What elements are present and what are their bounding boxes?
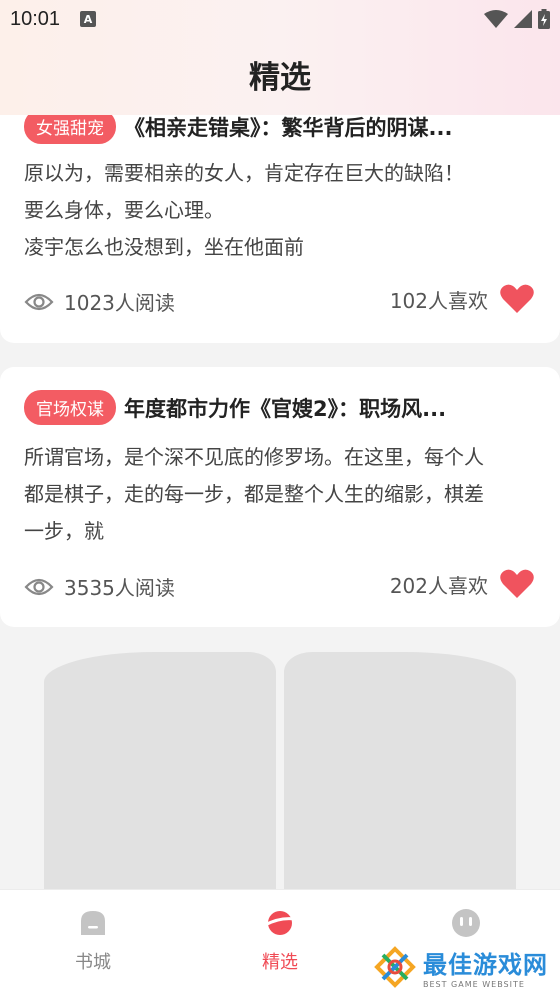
heart-icon[interactable]	[500, 569, 534, 599]
article-title[interactable]: 《相亲走错桌》：繁华背后的阴谋...	[124, 112, 452, 142]
article-excerpt: 所谓官场，是个深不见底的修罗场。在这里，每个人 都是棋子，走的每一步，都是整个人…	[24, 439, 532, 550]
watermark-title: 最佳游戏网	[423, 951, 548, 979]
like-count[interactable]: 102人喜欢	[390, 284, 534, 314]
read-count: 1023人阅读	[24, 287, 175, 316]
nav-profile[interactable]	[406, 908, 526, 948]
planet-icon	[264, 911, 296, 935]
eye-icon	[24, 293, 54, 310]
nav-bookstore-label: 书城	[75, 952, 111, 973]
article-card[interactable]: 女强甜宠 《相亲走错桌》：繁华背后的阴谋... 原以为，需要相亲的女人，肯定存在…	[0, 80, 560, 343]
bookstore-icon	[81, 911, 105, 935]
signal-icon	[514, 10, 532, 28]
heart-icon[interactable]	[500, 284, 534, 314]
nav-featured-label: 精选	[262, 952, 298, 973]
excerpt-line: 都是棋子，走的每一步，都是整个人生的缩影，棋差	[24, 482, 484, 506]
category-tag: 官场权谋	[24, 390, 116, 425]
status-time: 10:01	[10, 7, 61, 30]
excerpt-line: 原以为，需要相亲的女人，肯定存在巨大的缺陷！	[24, 161, 464, 185]
nav-bookstore[interactable]: 书城	[33, 908, 153, 974]
nav-featured[interactable]: 精选	[220, 908, 340, 974]
read-count: 3535人阅读	[24, 572, 175, 601]
excerpt-line: 所谓官场，是个深不见底的修罗场。在这里，每个人	[24, 445, 484, 469]
header: 10:01 A 精选	[0, 0, 560, 115]
like-count[interactable]: 202人喜欢	[390, 569, 534, 599]
excerpt-line: 要么身体，要么心理。	[24, 198, 224, 222]
watermark: 最佳游戏网 BEST GAME WEBSITE	[373, 945, 548, 989]
profile-icon	[452, 909, 480, 937]
article-card[interactable]: 官场权谋 年度都市力作《官嫂2》：职场风... 所谓官场，是个深不见底的修罗场。…	[0, 367, 560, 627]
battery-charging-icon	[538, 9, 550, 29]
like-count-label: 102人喜欢	[389, 288, 488, 313]
excerpt-line: 一步，就	[24, 519, 104, 543]
eye-icon	[24, 578, 54, 595]
book-placeholder-right-page	[284, 652, 516, 897]
wifi-icon	[484, 10, 508, 28]
page-title: 精选	[249, 60, 311, 96]
read-count-label: 1023人阅读	[64, 291, 175, 315]
status-bar: 10:01 A	[0, 0, 560, 38]
article-header: 官场权谋 年度都市力作《官嫂2》：职场风...	[24, 390, 534, 425]
watermark-subtitle: BEST GAME WEBSITE	[423, 980, 525, 989]
watermark-logo-icon	[374, 946, 416, 988]
excerpt-line: 凌宇怎么也没想到，坐在他面前	[24, 235, 304, 259]
article-excerpt: 原以为，需要相亲的女人，肯定存在巨大的缺陷！ 要么身体，要么心理。 凌宇怎么也没…	[24, 155, 532, 266]
book-placeholder-left-page	[44, 652, 276, 897]
article-title[interactable]: 年度都市力作《官嫂2》：职场风...	[124, 393, 446, 423]
read-count-label: 3535人阅读	[64, 576, 175, 600]
a-letter-icon: A	[80, 11, 97, 27]
like-count-label: 202人喜欢	[389, 573, 488, 598]
